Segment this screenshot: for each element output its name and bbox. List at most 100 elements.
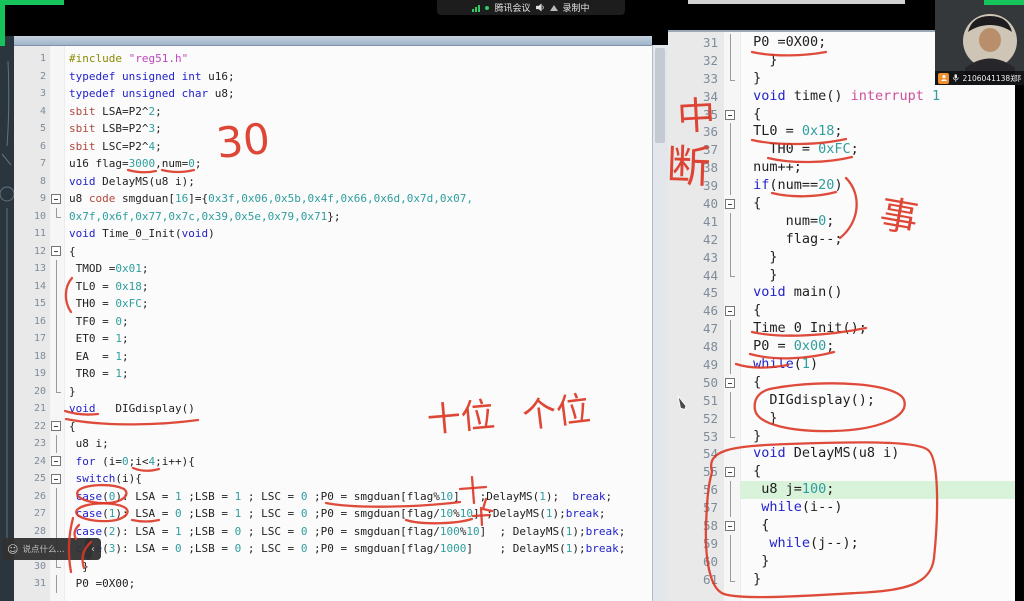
line-number: 41	[668, 213, 724, 231]
code-text: }	[64, 558, 652, 576]
code-line: 35{	[668, 106, 1015, 124]
code-text: flag--;	[740, 231, 1015, 249]
line-number: 37	[668, 141, 724, 159]
code-line: 4sbit LSA=P2^2;	[14, 103, 652, 121]
code-editor-left[interactable]: 1#include "reg51.h"2typedef unsigned int…	[14, 36, 652, 601]
code-line: 11void Time_0_Init(void)	[14, 225, 652, 243]
line-number: 7	[14, 155, 50, 173]
line-number: 35	[668, 106, 724, 124]
fold-margin	[50, 505, 64, 523]
code-text: typedef unsigned char u8;	[64, 85, 652, 103]
fold-toggle-icon[interactable]	[724, 302, 740, 320]
code-line: 44}	[668, 267, 1015, 285]
line-number: 34	[668, 88, 724, 106]
fold-margin	[724, 177, 740, 195]
fold-margin	[50, 103, 64, 121]
code-line: 46 {	[668, 302, 1015, 320]
participant-video-tile[interactable]: 2106041138郑阳	[935, 0, 1024, 85]
code-line: 16TF0 = 0;	[14, 313, 652, 331]
code-text: void DelayMS(u8 i);	[64, 173, 652, 191]
fold-toggle-icon[interactable]	[724, 374, 740, 392]
line-number: 55	[668, 463, 724, 481]
code-text: num=0;	[740, 213, 1015, 231]
fold-margin	[724, 123, 740, 141]
line-number: 46	[668, 302, 724, 320]
code-line: 29case(3): LSA = 0 ;LSB = 0 ; LSC = 0 ;P…	[14, 540, 652, 558]
line-number: 47	[668, 320, 724, 338]
code-text: }	[740, 553, 1015, 571]
code-text: {	[740, 517, 1015, 535]
code-text: }	[740, 410, 1015, 428]
code-line: 5sbit LSB=P2^3;	[14, 120, 652, 138]
code-text: case(2): LSA = 1 ;LSB = 0 ; LSC = 0 ;P0 …	[64, 523, 652, 541]
fold-toggle-icon[interactable]	[50, 453, 64, 471]
line-number: 56	[668, 481, 724, 499]
fold-toggle-icon[interactable]	[50, 470, 64, 488]
line-number: 45	[668, 284, 724, 302]
code-text: }	[740, 428, 1015, 446]
fold-toggle-icon[interactable]	[724, 517, 740, 535]
code-line: 47Time_0_Init();	[668, 320, 1015, 338]
meeting-screen-share: 腾讯会议 录制中 1#include "reg51.h"2typedef uns…	[0, 0, 1024, 601]
line-number: 19	[14, 365, 50, 383]
line-number: 44	[668, 267, 724, 285]
code-line: 48P0 = 0x00;	[668, 338, 1015, 356]
code-text: TMOD =0x01;	[64, 260, 652, 278]
line-number: 4	[14, 103, 50, 121]
code-line: 14TL0 = 0x18;	[14, 278, 652, 296]
fold-margin	[724, 338, 740, 356]
code-text: void time() interrupt 1	[740, 88, 1015, 106]
code-line: 57while(i--)	[668, 499, 1015, 517]
code-line: 27case(1): LSA = 0 ;LSB = 1 ; LSC = 0 ;P…	[14, 505, 652, 523]
fold-margin	[50, 278, 64, 296]
fold-margin	[724, 159, 740, 177]
code-line: 45void main()	[668, 284, 1015, 302]
line-number: 26	[14, 488, 50, 506]
meeting-status-bar[interactable]: 腾讯会议 录制中	[437, 0, 625, 15]
fold-margin	[50, 313, 64, 331]
participant-name-bar: 2106041138郑阳	[935, 71, 1024, 85]
line-number: 39	[668, 177, 724, 195]
fold-toggle-icon[interactable]	[50, 190, 64, 208]
code-line: 43}	[668, 249, 1015, 267]
chat-collapse-button[interactable]: ‹	[85, 538, 101, 560]
code-line: 55{	[668, 463, 1015, 481]
fold-toggle-icon[interactable]	[724, 463, 740, 481]
fold-margin	[50, 488, 64, 506]
code-line: 28case(2): LSA = 1 ;LSB = 0 ; LSC = 0 ;P…	[14, 523, 652, 541]
code-line: 6sbit LSC=P2^4;	[14, 138, 652, 156]
line-number: 30	[14, 558, 50, 576]
code-line: 21void DIGdisplay()	[14, 400, 652, 418]
code-text: {	[740, 374, 1015, 392]
code-text: {	[740, 195, 1015, 213]
code-line: 25switch(i){	[14, 470, 652, 488]
fold-margin	[724, 428, 740, 446]
line-number: 57	[668, 499, 724, 517]
fold-margin	[724, 70, 740, 88]
fold-toggle-icon[interactable]	[50, 243, 64, 261]
fold-margin	[50, 330, 64, 348]
fold-toggle-icon[interactable]	[50, 418, 64, 436]
fold-margin	[50, 365, 64, 383]
share-border-top	[0, 0, 64, 5]
line-number: 27	[14, 505, 50, 523]
chat-quick-input[interactable]: ☺ 说点什么...	[2, 538, 92, 560]
code-line: 59while(j--);	[668, 535, 1015, 553]
line-number: 1	[14, 50, 50, 68]
fold-margin	[724, 284, 740, 302]
signal-strength-icon	[472, 4, 480, 12]
scrollbar-thumb[interactable]	[655, 48, 665, 143]
fold-toggle-icon[interactable]	[724, 195, 740, 213]
fold-margin	[50, 558, 64, 576]
window-edge-artifact	[688, 0, 905, 4]
fold-margin	[50, 575, 64, 593]
emoji-icon[interactable]: ☺	[7, 544, 18, 555]
fold-toggle-icon[interactable]	[724, 106, 740, 124]
code-line: 8void DelayMS(u8 i);	[14, 173, 652, 191]
fold-margin	[724, 88, 740, 106]
fold-margin	[50, 68, 64, 86]
code-editor-right[interactable]: 31P0 =0X00;32}33}34void time() interrupt…	[668, 30, 1015, 601]
code-text: {	[740, 302, 1015, 320]
code-text: void DelayMS(u8 i)	[740, 445, 1015, 463]
vertical-scrollbar[interactable]	[652, 45, 668, 601]
